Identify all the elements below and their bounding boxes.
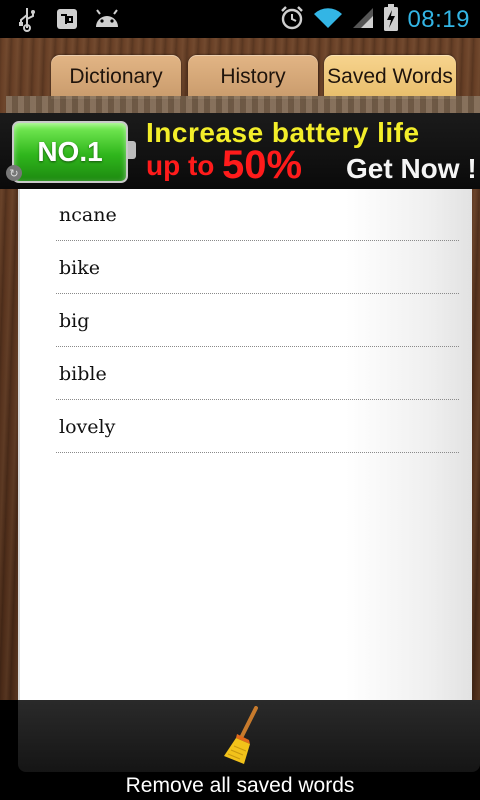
tab-dictionary[interactable]: Dictionary bbox=[51, 55, 181, 99]
ad-badge: NO.1 bbox=[37, 136, 103, 167]
decorative-divider bbox=[6, 96, 480, 114]
wifi-icon bbox=[313, 6, 343, 34]
list-item[interactable]: big bbox=[56, 295, 459, 347]
broom-icon[interactable] bbox=[220, 706, 260, 768]
list-item[interactable]: lovely bbox=[56, 401, 459, 453]
usb-icon bbox=[14, 6, 40, 32]
ad-info-icon[interactable]: ↻ bbox=[6, 165, 22, 181]
tab-history[interactable]: History bbox=[188, 55, 318, 99]
list-item[interactable]: bible bbox=[56, 348, 459, 400]
status-bar: 08:19 bbox=[0, 0, 480, 38]
voicemail-icon bbox=[54, 6, 80, 32]
list-item[interactable]: bike bbox=[56, 242, 459, 294]
signal-icon bbox=[351, 6, 375, 34]
saved-words-list: ncane bike big bible lovely bbox=[56, 189, 459, 454]
clock: 08:19 bbox=[407, 6, 470, 33]
ad-banner[interactable]: NO.1 ↻ Increase battery life up to 50% G… bbox=[0, 113, 480, 189]
saved-words-panel: ncane bike big bible lovely bbox=[18, 189, 472, 700]
remove-all-label[interactable]: Remove all saved words bbox=[0, 774, 480, 798]
android-icon bbox=[94, 6, 120, 32]
ad-percent: 50% bbox=[222, 143, 303, 187]
battery-ad-icon: NO.1 bbox=[12, 121, 136, 183]
tab-saved-words[interactable]: Saved Words bbox=[324, 55, 456, 99]
alarm-icon bbox=[279, 5, 305, 35]
ad-cta[interactable]: Get Now ! bbox=[346, 153, 477, 185]
ad-subline: up to bbox=[146, 150, 215, 181]
list-item[interactable]: ncane bbox=[56, 189, 459, 241]
battery-charging-icon bbox=[383, 4, 399, 36]
